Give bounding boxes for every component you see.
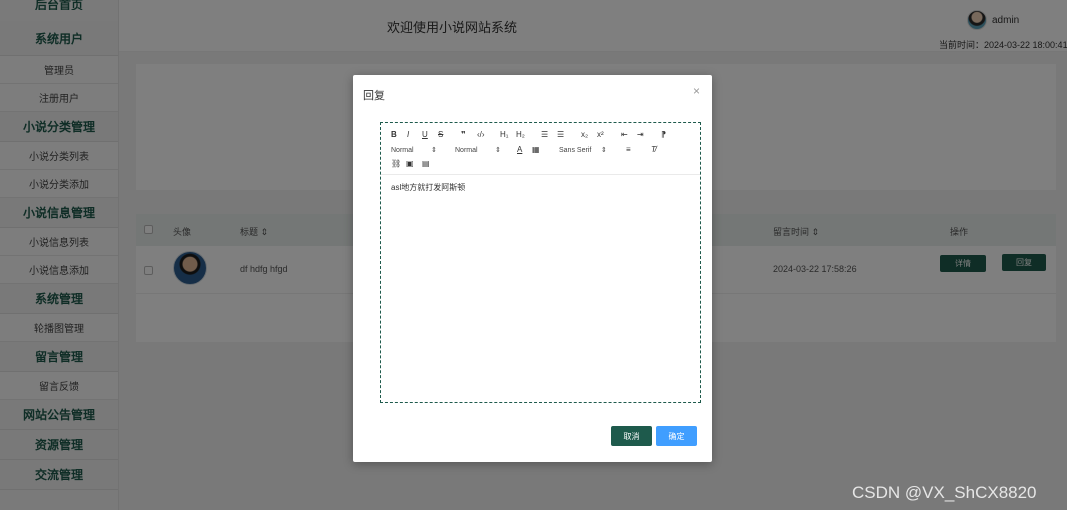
font-select[interactable]: Sans Serif ⇕ [559, 146, 607, 154]
watermark: CSDN @VX_ShCX8820 [852, 483, 1037, 502]
code-icon[interactable]: ‹/› [477, 130, 485, 140]
superscript-button[interactable]: x² [597, 130, 604, 140]
reply-dialog: 回复 × B I U S ❞ ‹/› H₁ H₂ ☰ ☰ x₂ x² ⇤ ⇥ ⁋… [353, 75, 712, 462]
video-icon[interactable]: ▤ [422, 159, 430, 169]
link-icon[interactable]: ⛓ [391, 159, 401, 169]
ordered-list-icon[interactable]: ☰ [541, 130, 548, 140]
confirm-button[interactable]: 确定 [656, 426, 697, 446]
background-color-icon[interactable]: ▦ [532, 145, 540, 155]
h2-button[interactable]: H₂ [516, 130, 525, 140]
editor-content[interactable]: asl地方就打发阿斯顿 [391, 182, 465, 193]
outdent-icon[interactable]: ⇤ [621, 130, 628, 140]
size-select-value: Normal [391, 147, 414, 154]
text-color-icon[interactable]: A [517, 145, 522, 155]
close-icon[interactable]: × [693, 84, 700, 98]
header-select-value: Normal [455, 147, 478, 154]
bold-button[interactable]: B [391, 130, 397, 140]
size-select[interactable]: Normal ⇕ [391, 146, 437, 154]
align-icon[interactable]: ≡ [626, 145, 631, 155]
header-select[interactable]: Normal ⇕ [455, 146, 501, 154]
editor-toolbar: B I U S ❞ ‹/› H₁ H₂ ☰ ☰ x₂ x² ⇤ ⇥ ⁋ Norm… [381, 123, 700, 175]
clean-format-icon[interactable]: T̸ [651, 145, 656, 155]
h1-button[interactable]: H₁ [500, 130, 508, 140]
text-direction-icon[interactable]: ⁋ [661, 130, 666, 140]
font-select-value: Sans Serif [559, 147, 592, 154]
strike-button[interactable]: S [438, 130, 443, 140]
indent-icon[interactable]: ⇥ [637, 130, 644, 140]
rich-text-editor[interactable]: B I U S ❞ ‹/› H₁ H₂ ☰ ☰ x₂ x² ⇤ ⇥ ⁋ Norm… [380, 122, 701, 403]
dialog-title: 回复 [363, 90, 385, 102]
subscript-button[interactable]: x₂ [581, 130, 588, 140]
underline-button[interactable]: U [422, 130, 428, 140]
image-icon[interactable]: ▣ [406, 159, 414, 169]
bullet-list-icon[interactable]: ☰ [557, 130, 564, 140]
cancel-button[interactable]: 取消 [611, 426, 652, 446]
quote-icon[interactable]: ❞ [461, 130, 466, 140]
italic-button[interactable]: I [407, 130, 409, 140]
